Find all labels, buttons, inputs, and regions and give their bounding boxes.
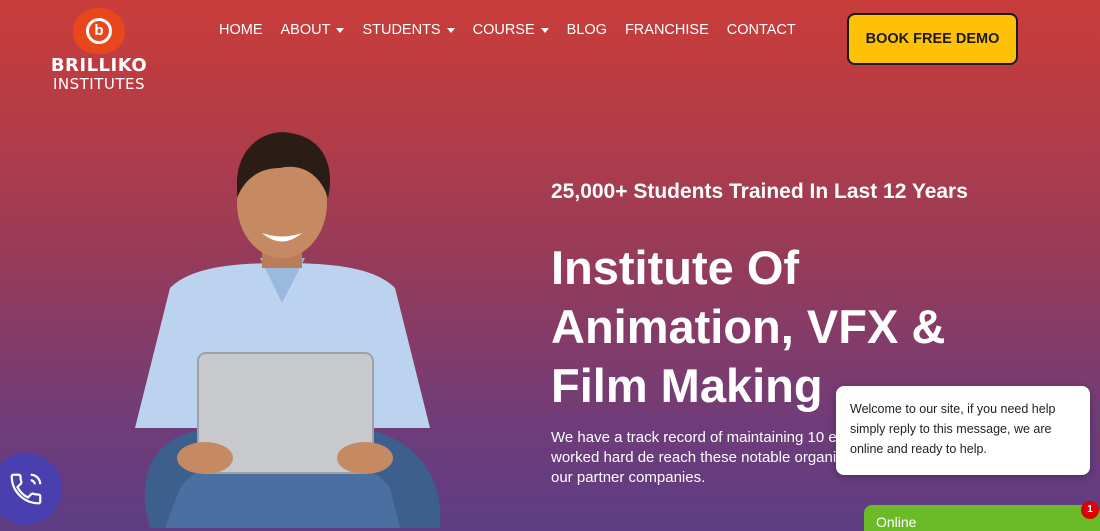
student-with-laptop-image xyxy=(135,132,441,528)
nav-label: HOME xyxy=(219,22,263,38)
brand-logo[interactable]: b BRILLIKO INSTITUTES xyxy=(44,8,154,92)
nav-course[interactable]: COURSE xyxy=(473,22,549,38)
nav-franchise[interactable]: FRANCHISE xyxy=(625,22,709,38)
caret-down-icon xyxy=(336,27,345,33)
caret-down-icon xyxy=(446,27,455,33)
unread-badge: 1 xyxy=(1081,501,1099,519)
chat-online-tab[interactable]: Online xyxy=(864,505,1100,531)
logo-mark-icon: b xyxy=(73,8,125,54)
main-nav: HOME ABOUT STUDENTS COURSE BLOG FRANCHIS… xyxy=(219,22,796,38)
nav-label: STUDENTS xyxy=(362,22,441,38)
nav-label: CONTACT xyxy=(726,22,796,38)
call-button[interactable] xyxy=(0,453,62,525)
chat-welcome-message[interactable]: Welcome to our site, if you need help si… xyxy=(836,386,1090,475)
brand-subtitle: INSTITUTES xyxy=(52,75,146,93)
nav-home[interactable]: HOME xyxy=(219,22,263,38)
brand-name: BRILLIKO xyxy=(50,55,148,76)
nav-label: ABOUT xyxy=(280,22,331,38)
nav-about[interactable]: ABOUT xyxy=(281,22,345,38)
hero-tagline: 25,000+ Students Trained In Last 12 Year… xyxy=(551,180,968,203)
caret-down-icon xyxy=(540,27,549,33)
nav-label: FRANCHISE xyxy=(624,22,709,38)
nav-label: BLOG xyxy=(566,22,607,38)
nav-label: COURSE xyxy=(472,22,535,38)
nav-contact[interactable]: CONTACT xyxy=(727,22,796,38)
phone-icon xyxy=(10,473,42,505)
book-free-demo-button[interactable]: BOOK FREE DEMO xyxy=(847,13,1018,65)
nav-blog[interactable]: BLOG xyxy=(567,22,607,38)
nav-students[interactable]: STUDENTS xyxy=(362,22,455,38)
